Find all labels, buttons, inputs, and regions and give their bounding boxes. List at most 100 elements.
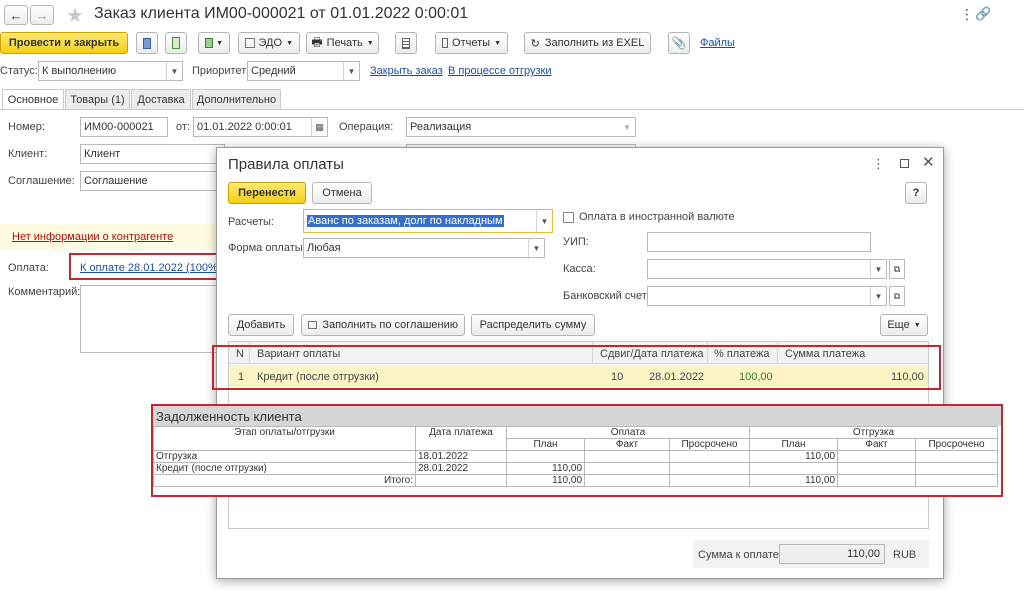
calendar-icon[interactable]: ▦ bbox=[311, 118, 327, 136]
col-divider bbox=[592, 342, 593, 364]
debt-pay-fact bbox=[584, 462, 670, 475]
comment-textarea[interactable] bbox=[80, 285, 225, 353]
refresh-icon: ↻ bbox=[530, 37, 540, 50]
debt-pay-overdue-header: Просрочено bbox=[669, 438, 750, 451]
chevron-down-icon[interactable]: ▼ bbox=[870, 287, 886, 305]
journal-button[interactable] bbox=[395, 32, 417, 54]
debt-total-row: Итого: 110,00 110,00 bbox=[153, 474, 998, 487]
tab-delivery[interactable]: Доставка bbox=[131, 89, 191, 109]
back-button[interactable]: ← bbox=[4, 5, 28, 25]
client-field[interactable]: Клиент bbox=[80, 144, 225, 164]
currency-label: RUB bbox=[893, 549, 917, 561]
files-link[interactable]: Файлы bbox=[700, 37, 735, 49]
debt-table: Этап оплаты/отгрузки Дата платежа Оплата… bbox=[153, 426, 998, 487]
row-sum: 110,00 bbox=[891, 371, 924, 383]
reports-button[interactable]: Отчеты ▼ bbox=[435, 32, 508, 54]
chevron-down-icon: ▼ bbox=[286, 39, 293, 47]
uip-label: УИП: bbox=[563, 236, 589, 248]
list-icon bbox=[402, 37, 410, 49]
debt-pay-plan bbox=[506, 450, 585, 463]
chevron-down-icon[interactable]: ▼ bbox=[343, 62, 359, 80]
agreement-label: Соглашение: bbox=[8, 175, 75, 187]
tab-additional[interactable]: Дополнительно bbox=[192, 89, 281, 109]
create-based-button[interactable]: ▼ bbox=[198, 32, 230, 54]
chevron-down-icon: ▼ bbox=[494, 39, 501, 47]
arrow-right-icon: → bbox=[35, 7, 49, 23]
agreement-field[interactable]: Соглашение bbox=[80, 171, 225, 191]
cancel-button[interactable]: Отмена bbox=[312, 182, 372, 204]
more-button[interactable]: Еще ▼ bbox=[880, 314, 928, 336]
debt-ship-fact bbox=[837, 462, 916, 475]
tab-goods[interactable]: Товары (1) bbox=[65, 89, 130, 109]
debt-total-date bbox=[415, 474, 507, 487]
debt-ship-fact-header: Факт bbox=[837, 438, 916, 451]
post-button[interactable] bbox=[165, 32, 187, 54]
payment-rules-dialog: Правила оплаты ⋮ ✕ Перенести Отмена ? Ра… bbox=[216, 147, 944, 579]
debt-pay-overdue bbox=[669, 462, 750, 475]
priority-select[interactable]: Средний ▼ bbox=[247, 61, 360, 81]
col-divider bbox=[249, 342, 250, 364]
fill-from-excel-button[interactable]: ↻ Заполнить из EXEL bbox=[524, 32, 651, 54]
debt-total-ship-plan: 110,00 bbox=[749, 474, 838, 487]
debt-ship-overdue bbox=[915, 450, 998, 463]
chevron-down-icon: ▼ bbox=[216, 39, 223, 47]
close-icon[interactable]: ✕ bbox=[922, 153, 935, 171]
forward-button[interactable]: → bbox=[30, 5, 54, 25]
client-debt-panel: Задолженность клиента Этап оплаты/отгруз… bbox=[151, 404, 1003, 497]
more-vert-icon[interactable]: ⋮ bbox=[960, 6, 974, 23]
cash-select[interactable]: ▼ bbox=[647, 259, 887, 279]
status-select[interactable]: К выполнению ▼ bbox=[38, 61, 183, 81]
chevron-down-icon[interactable]: ▼ bbox=[528, 239, 544, 257]
favorite-star-icon[interactable]: ★ bbox=[66, 3, 84, 28]
no-info-link[interactable]: Нет информации о контрагенте bbox=[12, 231, 173, 243]
total-field: 110,00 bbox=[779, 544, 885, 564]
close-order-link[interactable]: Закрыть заказ bbox=[370, 65, 443, 77]
save-button[interactable] bbox=[136, 32, 158, 54]
open-bank-icon[interactable]: ⧉ bbox=[889, 286, 905, 306]
chevron-down-icon[interactable]: ▼ bbox=[536, 210, 552, 232]
add-button[interactable]: Добавить bbox=[228, 314, 294, 336]
operation-value: Реализация bbox=[410, 121, 472, 133]
row-n: 1 bbox=[238, 371, 245, 383]
debt-pay-fact bbox=[584, 450, 670, 463]
priority-label: Приоритет: bbox=[192, 65, 250, 77]
status-label: Статус: bbox=[0, 65, 38, 77]
uip-field[interactable] bbox=[647, 232, 871, 252]
col-sum: Сумма платежа bbox=[785, 348, 866, 360]
chevron-down-icon[interactable]: ▼ bbox=[619, 118, 635, 136]
col-n: N bbox=[236, 348, 244, 360]
attach-button[interactable]: 📎 bbox=[668, 32, 690, 54]
debt-title: Задолженность клиента bbox=[156, 409, 302, 424]
dialog-title: Правила оплаты bbox=[228, 156, 344, 173]
in-shipment-link[interactable]: В процессе отгрузки bbox=[448, 65, 551, 77]
debt-total-ship-overdue bbox=[915, 474, 998, 487]
chevron-down-icon: ▼ bbox=[913, 321, 921, 329]
form-select[interactable]: Любая ▼ bbox=[303, 238, 545, 258]
chevron-down-icon[interactable]: ▼ bbox=[870, 260, 886, 278]
date-field[interactable]: 01.01.2022 0:00:01 ▦ bbox=[193, 117, 328, 137]
post-and-close-button[interactable]: Провести и закрыть bbox=[0, 32, 128, 54]
tab-main[interactable]: Основное bbox=[2, 89, 64, 110]
maximize-icon[interactable] bbox=[900, 159, 909, 168]
debt-date: 28.01.2022 bbox=[415, 462, 507, 475]
link-icon[interactable]: 🔗 bbox=[975, 6, 991, 22]
operation-select[interactable]: Реализация ▼ bbox=[406, 117, 636, 137]
payment-link[interactable]: К оплате 28.01.2022 (100%) bbox=[80, 262, 222, 274]
foreign-currency-label[interactable]: Оплата в иностранной валюте bbox=[579, 211, 735, 223]
help-button[interactable]: ? bbox=[905, 182, 927, 204]
bank-select[interactable]: ▼ bbox=[647, 286, 887, 306]
fill-by-agreement-button[interactable]: Заполнить по соглашению bbox=[301, 314, 465, 336]
transfer-button[interactable]: Перенести bbox=[228, 182, 306, 204]
foreign-currency-checkbox[interactable] bbox=[563, 212, 574, 223]
chevron-down-icon[interactable]: ▼ bbox=[166, 62, 182, 80]
number-field[interactable]: ИМ00-000021 bbox=[80, 117, 168, 137]
distribute-button[interactable]: Распределить сумму bbox=[471, 314, 595, 336]
debt-col-payment: Оплата bbox=[506, 426, 750, 439]
calc-select[interactable]: Аванс по заказам, долг по накладным ▼ bbox=[303, 209, 553, 233]
open-cash-icon[interactable]: ⧉ bbox=[889, 259, 905, 279]
total-value: 110,00 bbox=[847, 548, 880, 560]
edo-button[interactable]: ЭДО ▼ bbox=[238, 32, 300, 54]
more-vert-icon[interactable]: ⋮ bbox=[872, 156, 885, 172]
reports-label: Отчеты bbox=[452, 37, 491, 49]
print-button[interactable]: 🖶 Печать ▼ bbox=[306, 32, 379, 54]
